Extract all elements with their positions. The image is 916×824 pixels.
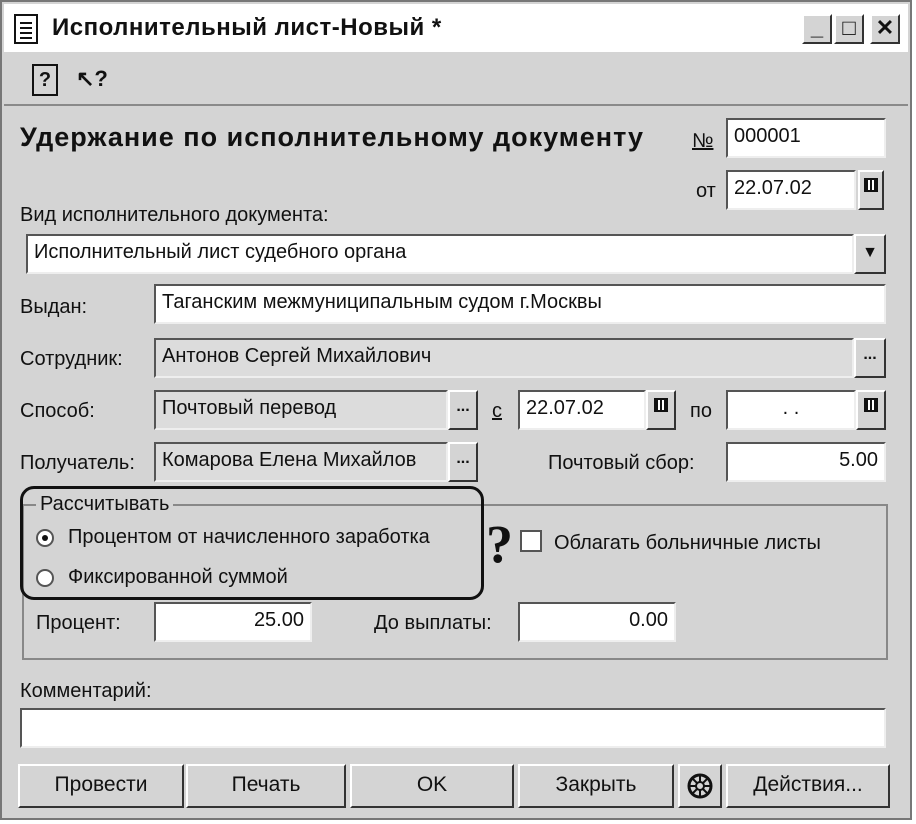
document-icon — [14, 14, 38, 44]
maximize-button[interactable]: □ — [834, 14, 864, 44]
postal-fee-label: Почтовый сбор: — [548, 452, 695, 474]
recipient-select-button[interactable]: ... — [448, 442, 478, 482]
actions-icon-button[interactable] — [678, 764, 722, 808]
to-label: по — [690, 400, 712, 422]
title-bar[interactable]: Исполнительный лист-Новый * _ □ ✕ — [4, 4, 908, 52]
calendar-icon — [864, 178, 878, 192]
remaining-field[interactable]: 0.00 — [518, 602, 676, 642]
ok-button[interactable]: OK — [350, 764, 514, 808]
recipient-field[interactable]: Комарова Елена Михайлов — [154, 442, 448, 482]
print-button[interactable]: Печать — [186, 764, 346, 808]
employee-select-button[interactable]: ... — [854, 338, 886, 378]
post-button[interactable]: Провести — [18, 764, 184, 808]
calendar-icon — [864, 398, 878, 412]
method-field[interactable]: Почтовый перевод — [154, 390, 448, 430]
employee-label: Сотрудник: — [20, 348, 123, 370]
doc-type-dropdown-button[interactable]: ▼ — [854, 234, 886, 274]
percent-label: Процент: — [36, 612, 121, 634]
chevron-down-icon: ▼ — [862, 244, 878, 261]
date-field[interactable]: 22.07.02 — [726, 170, 856, 210]
fixed-radio[interactable] — [36, 569, 54, 587]
fixed-option-label[interactable]: Фиксированной суммой — [68, 566, 288, 589]
from-label: с — [492, 400, 502, 422]
remaining-label: До выплаты: — [374, 612, 492, 634]
actions-button[interactable]: Действия... — [726, 764, 890, 808]
toolbar: ? ↖? — [4, 54, 908, 106]
calculate-group-label: Рассчитывать — [36, 493, 174, 516]
number-label: № — [692, 130, 714, 152]
doc-type-select[interactable]: Исполнительный лист судебного органа — [26, 234, 854, 274]
gear-icon — [687, 773, 713, 799]
date-label: от — [696, 180, 716, 202]
issued-field[interactable]: Таганским межмуниципальным судом г.Москв… — [154, 284, 886, 324]
to-date-calendar-button[interactable] — [856, 390, 886, 430]
doc-type-label: Вид исполнительного документа: — [20, 204, 329, 226]
percent-option-label[interactable]: Процентом от начисленного заработка — [68, 526, 430, 549]
close-button[interactable]: Закрыть — [518, 764, 674, 808]
percent-field[interactable]: 25.00 — [154, 602, 312, 642]
issued-label: Выдан: — [20, 296, 88, 318]
question-mark-icon: ? — [486, 514, 513, 574]
employee-field[interactable]: Антонов Сергей Михайлович — [154, 338, 854, 378]
to-date-field[interactable]: . . — [726, 390, 856, 430]
form-heading: Удержание по исполнительному документу — [20, 122, 644, 152]
calendar-icon — [654, 398, 668, 412]
document-window: Исполнительный лист-Новый * _ □ ✕ ? ↖? У… — [0, 0, 912, 820]
sick-leave-label[interactable]: Облагать больничные листы — [554, 532, 821, 555]
comment-field[interactable] — [20, 708, 886, 748]
date-calendar-button[interactable] — [858, 170, 884, 210]
comment-label: Комментарий: — [20, 680, 152, 702]
sick-leave-checkbox[interactable] — [520, 530, 542, 552]
percent-radio[interactable] — [36, 529, 54, 547]
method-select-button[interactable]: ... — [448, 390, 478, 430]
help-icon[interactable]: ? — [32, 64, 58, 96]
from-date-field[interactable]: 22.07.02 — [518, 390, 646, 430]
minimize-button[interactable]: _ — [802, 14, 832, 44]
recipient-label: Получатель: — [20, 452, 135, 474]
from-date-calendar-button[interactable] — [646, 390, 676, 430]
postal-fee-field[interactable]: 5.00 — [726, 442, 886, 482]
method-label: Способ: — [20, 400, 95, 422]
pointer-help-icon[interactable]: ↖? — [76, 64, 110, 96]
number-field[interactable]: 000001 — [726, 118, 886, 158]
close-window-button[interactable]: ✕ — [870, 14, 900, 44]
window-title: Исполнительный лист-Новый * — [52, 14, 442, 41]
